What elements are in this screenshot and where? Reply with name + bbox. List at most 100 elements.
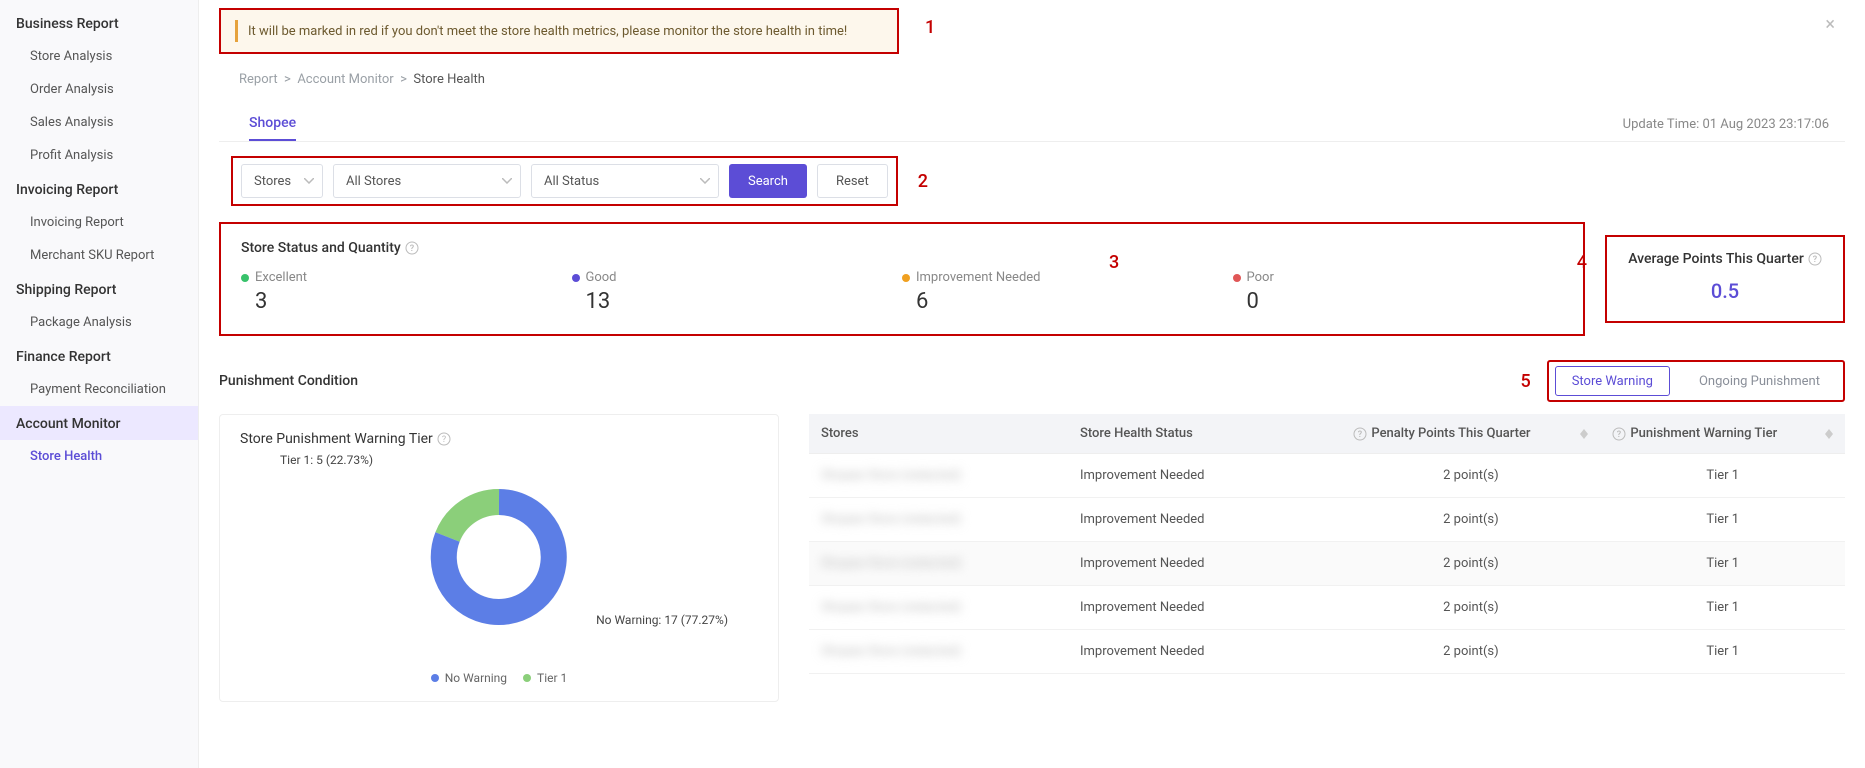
legend-no-warning: No Warning <box>445 671 507 685</box>
dot-icon <box>523 674 531 682</box>
avg-points-value: 0.5 <box>1625 279 1825 303</box>
donut-label-tier1: Tier 1: 5 (22.73%) <box>280 453 373 467</box>
avg-points-card: Average Points This Quarter ? 0.5 <box>1605 235 1845 323</box>
annotation-1: 1 <box>925 17 935 38</box>
status-label-excellent: Excellent <box>255 270 307 285</box>
store-name: Shopee Store (redacted) <box>821 600 961 615</box>
punishment-title: Punishment Condition <box>219 373 358 389</box>
scope-select[interactable]: Stores <box>241 164 323 198</box>
status-value-excellent: 3 <box>241 289 572 314</box>
dot-icon <box>572 274 580 282</box>
nav-head-invoicing-report[interactable]: Invoicing Report <box>0 172 198 206</box>
table-row[interactable]: Shopee Store (redacted) Improvement Need… <box>809 586 1845 630</box>
store-name: Shopee Store (redacted) <box>821 468 961 483</box>
sidebar: Business Report Store Analysis Order Ana… <box>0 0 199 768</box>
svg-text:?: ? <box>1617 430 1622 440</box>
th-status: Store Health Status <box>1080 426 1193 441</box>
tab-shopee[interactable]: Shopee <box>249 107 296 141</box>
donut-chart <box>419 477 579 637</box>
sort-icon[interactable] <box>1580 429 1588 439</box>
breadcrumb-sep: > <box>284 72 291 87</box>
nav-item-profit-analysis[interactable]: Profit Analysis <box>0 139 198 172</box>
row-status: Improvement Needed <box>1068 542 1341 586</box>
nav-item-sales-analysis[interactable]: Sales Analysis <box>0 106 198 139</box>
status-select[interactable]: All Status <box>531 164 719 198</box>
nav-item-payment-reconciliation[interactable]: Payment Reconciliation <box>0 373 198 406</box>
status-value-improvement: 6 <box>902 289 1233 314</box>
table-row[interactable]: Shopee Store (redacted) Improvement Need… <box>809 630 1845 674</box>
help-icon[interactable]: ? <box>1808 252 1822 266</box>
chevron-down-icon <box>700 178 710 184</box>
row-tier: Tier 1 <box>1600 454 1845 498</box>
dot-icon <box>241 274 249 282</box>
svg-text:?: ? <box>410 244 415 254</box>
nav-item-store-analysis[interactable]: Store Analysis <box>0 40 198 73</box>
dot-icon <box>902 274 910 282</box>
table-row[interactable]: Shopee Store (redacted) Improvement Need… <box>809 454 1845 498</box>
row-points: 2 point(s) <box>1341 542 1600 586</box>
row-status: Improvement Needed <box>1068 498 1341 542</box>
nav-item-invoicing-report[interactable]: Invoicing Report <box>0 206 198 239</box>
annotation-3: 3 <box>1109 252 1119 273</box>
toggle-store-warning[interactable]: Store Warning <box>1555 366 1670 396</box>
donut-slice-tier1 <box>448 502 500 537</box>
row-status: Improvement Needed <box>1068 586 1341 630</box>
nav-head-account-monitor[interactable]: Account Monitor <box>0 406 198 440</box>
row-points: 2 point(s) <box>1341 454 1600 498</box>
svg-text:?: ? <box>1358 430 1363 440</box>
row-points: 2 point(s) <box>1341 586 1600 630</box>
donut-legend: No Warning Tier 1 <box>240 671 758 685</box>
nav-item-package-analysis[interactable]: Package Analysis <box>0 306 198 339</box>
breadcrumb-report[interactable]: Report <box>239 72 278 87</box>
help-icon[interactable]: ? <box>1612 427 1626 441</box>
chevron-down-icon <box>502 178 512 184</box>
punishment-toggle: Store Warning Ongoing Punishment <box>1547 360 1845 402</box>
table-row[interactable]: Shopee Store (redacted) Improvement Need… <box>809 498 1845 542</box>
toggle-ongoing-punishment[interactable]: Ongoing Punishment <box>1682 366 1837 396</box>
status-value-good: 13 <box>572 289 903 314</box>
sort-icon[interactable] <box>1825 429 1833 439</box>
donut-label-none: No Warning: 17 (77.27%) <box>596 613 728 627</box>
help-icon[interactable]: ? <box>405 241 419 255</box>
platform-tab-row: Shopee Update Time: 01 Aug 2023 23:17:06 <box>219 99 1845 142</box>
row-status: Improvement Needed <box>1068 630 1341 674</box>
alert-banner: It will be marked in red if you don't me… <box>219 8 899 54</box>
row-tier: Tier 1 <box>1600 498 1845 542</box>
reset-button[interactable]: Reset <box>817 164 888 198</box>
nav-item-store-health[interactable]: Store Health <box>0 440 198 473</box>
nav-head-business-report[interactable]: Business Report <box>0 6 198 40</box>
row-tier: Tier 1 <box>1600 586 1845 630</box>
nav-item-merchant-sku[interactable]: Merchant SKU Report <box>0 239 198 272</box>
chevron-down-icon <box>304 178 314 184</box>
scope-select-label: Stores <box>254 174 291 189</box>
store-select[interactable]: All Stores <box>333 164 521 198</box>
store-name: Shopee Store (redacted) <box>821 556 961 571</box>
th-stores: Stores <box>821 426 859 441</box>
breadcrumb: Report > Account Monitor > Store Health <box>239 72 1845 87</box>
update-time-label: Update Time: 01 Aug 2023 23:17:06 <box>1623 117 1829 132</box>
svg-text:?: ? <box>1813 255 1818 265</box>
close-icon[interactable]: × <box>1825 14 1835 35</box>
help-icon[interactable]: ? <box>437 432 451 446</box>
legend-tier1: Tier 1 <box>537 671 567 685</box>
annotation-2: 2 <box>918 171 928 192</box>
nav-item-order-analysis[interactable]: Order Analysis <box>0 73 198 106</box>
store-status-card: Store Status and Quantity ? Excellent 3 … <box>219 222 1585 336</box>
dot-icon <box>1233 274 1241 282</box>
store-name: Shopee Store (redacted) <box>821 644 961 659</box>
help-icon[interactable]: ? <box>1353 427 1367 441</box>
status-label-improvement: Improvement Needed <box>916 270 1041 285</box>
breadcrumb-current: Store Health <box>413 72 484 87</box>
status-value-poor: 0 <box>1233 289 1564 314</box>
store-select-label: All Stores <box>346 174 401 189</box>
annotation-4: 4 <box>1577 252 1587 273</box>
store-name: Shopee Store (redacted) <box>821 512 961 527</box>
nav-head-finance-report[interactable]: Finance Report <box>0 339 198 373</box>
row-tier: Tier 1 <box>1600 630 1845 674</box>
nav-head-shipping-report[interactable]: Shipping Report <box>0 272 198 306</box>
breadcrumb-account-monitor[interactable]: Account Monitor <box>297 72 393 87</box>
search-button[interactable]: Search <box>729 164 807 198</box>
row-points: 2 point(s) <box>1341 630 1600 674</box>
filter-box: Stores All Stores All Status Search Rese… <box>231 156 898 206</box>
table-row[interactable]: Shopee Store (redacted) Improvement Need… <box>809 542 1845 586</box>
